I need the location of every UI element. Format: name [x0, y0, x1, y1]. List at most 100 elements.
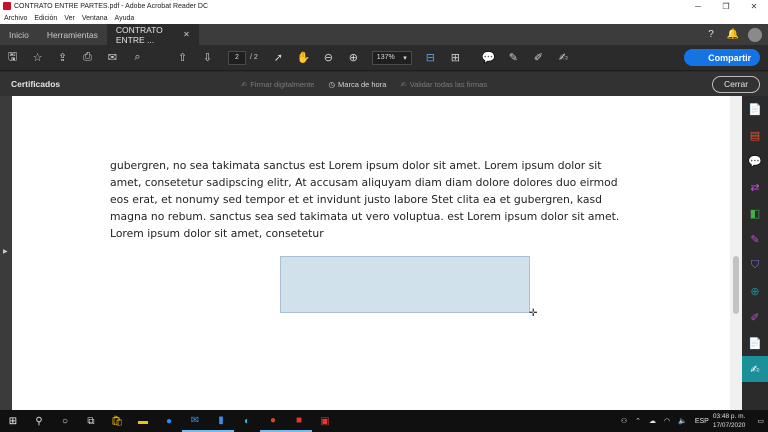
title-bar: CONTRATO ENTRE PARTES.pdf - Adobe Acroba… [0, 0, 768, 12]
acrobat-taskbar-icon[interactable]: ■ [286, 410, 312, 432]
search-icon[interactable]: ⚲ [26, 410, 52, 432]
language-indicator[interactable]: ESP [695, 418, 709, 425]
mail-icon[interactable]: ✉ [100, 45, 125, 71]
mail-app-icon[interactable]: ✉ [182, 410, 208, 432]
clock[interactable]: 03:48 p. m. 17/07/2020 [713, 412, 746, 430]
bookmark-icon[interactable]: ☆ [25, 45, 50, 71]
help-icon[interactable]: ? [700, 24, 722, 45]
edge-icon[interactable]: ◐ [234, 410, 260, 432]
hand-tool-icon[interactable]: ✋ [291, 45, 316, 71]
page-up-icon[interactable]: ⇧ [170, 45, 195, 71]
page-down-icon[interactable]: ⇩ [195, 45, 220, 71]
tab-document[interactable]: CONTRATO ENTRE ... ✕ [106, 24, 199, 45]
share-button[interactable]: 👤 Compartir [684, 49, 760, 66]
comment-tool-icon[interactable]: 💬 [476, 45, 501, 71]
validate-signatures-button: ✍ Validar todas las firmas [400, 80, 487, 89]
document-paragraph: gubergren, no sea takimata sanctus est L… [110, 159, 620, 240]
fill-sign-icon[interactable]: ✎ [742, 226, 768, 252]
maps-icon[interactable]: ● [156, 410, 182, 432]
maximize-button[interactable]: ❐ [712, 0, 740, 12]
search-icon[interactable]: ⌕ [125, 45, 150, 71]
tab-document-label: CONTRATO ENTRE ... [115, 24, 163, 45]
close-window-button[interactable]: ✕ [740, 0, 768, 12]
clock-icon: ◷ [328, 79, 336, 89]
fit-page-icon[interactable]: ⊟ [418, 45, 443, 71]
pdf-page[interactable]: gubergren, no sea takimata sanctus est L… [12, 96, 730, 410]
timestamp-button[interactable]: ◷ Marca de hora [328, 80, 386, 89]
notifications-icon[interactable]: 🔔 [722, 24, 744, 45]
sign-digitally-button: ✍ Firmar digitalmente [241, 80, 314, 89]
store-icon[interactable]: 🛍 [104, 410, 130, 432]
volume-icon[interactable]: 🔈 [678, 417, 687, 425]
user-add-icon: 👤 [692, 52, 705, 62]
network-icon[interactable]: ☁ [649, 417, 656, 425]
chevron-up-icon[interactable]: ⌃ [635, 417, 641, 425]
page-number-input[interactable]: 2 [228, 50, 246, 65]
signature-drag-rectangle[interactable] [280, 256, 530, 313]
minimize-button[interactable]: ─ [684, 0, 712, 12]
clock-time: 03:48 p. m. [712, 413, 746, 420]
crosshair-cursor-icon: ✛ [529, 308, 538, 319]
menu-ventana[interactable]: Ventana [82, 15, 108, 22]
menu-ver[interactable]: Ver [64, 15, 75, 22]
protect-icon[interactable]: ⛉ [742, 252, 768, 278]
tab-tools[interactable]: Herramientas [38, 24, 107, 45]
export-icon[interactable]: ◧ [742, 200, 768, 226]
windows-taskbar: ⊞ ⚲ ○ ⧉ 🛍 ▬ ● ✉ ▮ ◐ ● ■ ▣ ⚇ ⌃ ☁ ◠ 🔈 ESP … [0, 410, 768, 432]
menu-archivo[interactable]: Archivo [4, 15, 27, 22]
certificates-bar: Certificados ✍ Firmar digitalmente ◷ Mar… [0, 72, 768, 96]
select-tool-icon[interactable]: ➚ [266, 45, 291, 71]
zoom-in-icon[interactable]: ⊕ [341, 45, 366, 71]
wifi-icon[interactable]: ◠ [664, 417, 670, 425]
chevron-right-icon: ▶ [3, 249, 8, 255]
certificates-icon[interactable]: ✍ [742, 356, 768, 382]
validate-icon: ✍ [400, 79, 407, 89]
task-view-icon[interactable]: ⧉ [78, 410, 104, 432]
menu-edicion[interactable]: Edición [34, 15, 57, 22]
send-icon[interactable]: 📄 [742, 330, 768, 356]
create-pdf-icon[interactable]: 📄 [742, 96, 768, 122]
powerpoint-icon[interactable]: ● [260, 410, 286, 432]
export-pdf-icon[interactable]: ⇄ [742, 174, 768, 200]
upload-icon[interactable]: ⇪ [50, 45, 75, 71]
highlight-icon[interactable]: ✎ [501, 45, 526, 71]
vertical-scrollbar[interactable] [730, 96, 742, 410]
page-total: / 2 [250, 54, 258, 61]
share-label: Compartir [708, 52, 752, 63]
windows-start-icon[interactable]: ⊞ [0, 410, 26, 432]
cortana-icon[interactable]: ○ [52, 410, 78, 432]
validate-label: Validar todas las firmas [409, 79, 488, 89]
clock-date: 17/07/2020 [712, 422, 746, 429]
main-toolbar: 🖫 ☆ ⇪ ⎙ ✉ ⌕ ⇧ ⇩ 2 / 2 ➚ ✋ ⊖ ⊕ 137% ▾ ⊟ ⊞… [0, 45, 768, 71]
teams-icon[interactable]: ▮ [208, 410, 234, 432]
scroll-mode-icon[interactable]: ⊞ [443, 45, 468, 71]
zoom-select[interactable]: 137% ▾ [371, 50, 412, 65]
timestamp-label: Marca de hora [338, 79, 387, 89]
tab-home[interactable]: Inicio [0, 24, 38, 45]
edit-pdf-icon[interactable]: ✐ [742, 304, 768, 330]
zoom-out-icon[interactable]: ⊖ [316, 45, 341, 71]
print-icon[interactable]: ⎙ [75, 45, 100, 71]
close-certificates-button[interactable]: Cerrar [712, 75, 760, 93]
system-tray: ⚇ ⌃ ☁ ◠ 🔈 ESP 03:48 p. m. 17/07/2020 ▭ [617, 412, 768, 430]
save-icon[interactable]: 🖫 [0, 45, 25, 71]
draw-icon[interactable]: ✐ [526, 45, 551, 71]
comment-icon[interactable]: 💬 [742, 148, 768, 174]
pdf-app-icon[interactable]: ▣ [312, 410, 338, 432]
sign-icon[interactable]: ✍ [551, 45, 576, 71]
sign-digitally-label: Firmar digitalmente [250, 79, 315, 89]
compress-icon[interactable]: ⊕ [742, 278, 768, 304]
left-panel-toggle[interactable]: ▶ [0, 96, 12, 410]
organize-pages-icon[interactable]: ▤ [742, 122, 768, 148]
people-icon[interactable]: ⚇ [621, 417, 627, 425]
acrobat-app-icon [3, 2, 11, 10]
notifications-center-icon[interactable]: ▭ [757, 417, 764, 425]
scrollbar-thumb[interactable] [733, 256, 739, 314]
zoom-value: 137% [376, 54, 395, 61]
menu-bar: Archivo Edición Ver Ventana Ayuda [0, 12, 768, 24]
avatar[interactable] [748, 27, 762, 42]
tab-close-icon[interactable]: ✕ [183, 30, 190, 39]
chevron-down-icon: ▾ [403, 54, 407, 62]
file-explorer-icon[interactable]: ▬ [130, 410, 156, 432]
menu-ayuda[interactable]: Ayuda [115, 15, 135, 22]
